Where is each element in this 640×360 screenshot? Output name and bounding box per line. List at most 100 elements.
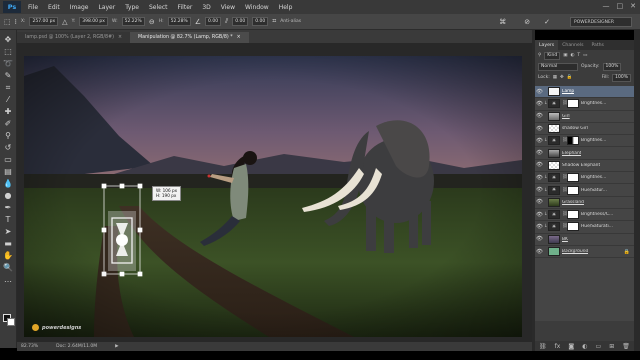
visibility-eye-icon[interactable]: 👁 [535, 199, 544, 205]
close-window-button[interactable]: ✕ [630, 2, 636, 10]
tab-paths[interactable]: Paths [587, 40, 608, 50]
layer-row[interactable]: 👁 Grassland [535, 197, 634, 209]
menu-type[interactable]: Type [120, 4, 144, 11]
visibility-eye-icon[interactable]: 👁 [535, 113, 544, 119]
path-selection-tool-icon[interactable]: ➤ [2, 226, 14, 237]
layer-thumbnail[interactable] [548, 148, 560, 158]
zoom-tool-icon[interactable]: 🔍 [2, 262, 14, 273]
minimize-button[interactable]: — [603, 2, 610, 10]
delta-icon[interactable]: △ [62, 18, 67, 26]
visibility-eye-icon[interactable]: 👁 [535, 224, 544, 230]
move-tool-preset-icon[interactable]: ⬚ [4, 18, 11, 26]
filter-image-icon[interactable]: ▣ [563, 53, 567, 58]
visibility-eye-icon[interactable]: 👁 [535, 187, 544, 193]
tab-channels[interactable]: Channels [558, 40, 587, 50]
layer-row[interactable]: 👁 ↓ ☀ ⛓ Hue/Satur... [535, 184, 634, 197]
layer-row[interactable]: 👁 Elephant [535, 147, 634, 160]
visibility-eye-icon[interactable]: 👁 [535, 101, 544, 107]
lock-pixels-icon[interactable]: ▦ [553, 75, 557, 80]
layer-row[interactable]: 👁 ↓ ☀ ⛓ Brightnes... [535, 98, 634, 111]
status-menu-arrow[interactable]: ▶ [115, 344, 118, 349]
quick-select-tool-icon[interactable]: ✎ [2, 70, 14, 81]
visibility-eye-icon[interactable]: 👁 [535, 150, 544, 156]
cancel-transform-icon[interactable]: ⊘ [524, 18, 530, 26]
crop-tool-icon[interactable]: ⌗ [2, 82, 14, 93]
link-icon[interactable]: ⛓ [539, 343, 547, 350]
blend-mode-select[interactable]: Normal [538, 62, 578, 71]
lasso-tool-icon[interactable]: ➰ [2, 58, 14, 69]
close-tab-icon[interactable]: × [237, 35, 241, 40]
menu-file[interactable]: File [23, 4, 43, 11]
close-tab-icon[interactable]: × [118, 35, 122, 40]
filter-shape-icon[interactable]: ▭ [583, 53, 587, 58]
antialias-label[interactable]: Anti-alias [280, 19, 301, 24]
lock-all-icon[interactable]: 🔒 [567, 75, 573, 80]
layer-thumbnail[interactable] [548, 234, 560, 244]
interpolation-icon[interactable]: ⌗ [272, 17, 276, 26]
menu-3d[interactable]: 3D [197, 4, 215, 11]
visibility-eye-icon[interactable]: 👁 [535, 212, 544, 218]
maximize-button[interactable]: □ [617, 2, 624, 10]
history-brush-tool-icon[interactable]: ↺ [2, 142, 14, 153]
visibility-eye-icon[interactable]: 👁 [535, 162, 544, 168]
height-field[interactable]: 52.28% [167, 17, 191, 26]
new-layer-icon[interactable]: ⊞ [609, 343, 614, 350]
tab-lamp-psd[interactable]: lamp.psd @ 100% (Layer 2, RGB/8#) × [17, 32, 130, 43]
tab-manipulation[interactable]: Manipulation @ 82.7% (Lamp, RGB/8) * × [130, 32, 249, 43]
layer-row[interactable]: 👁 Lamp [535, 86, 634, 99]
menu-edit[interactable]: Edit [43, 4, 65, 11]
layer-mask-thumbnail[interactable] [567, 173, 579, 183]
visibility-eye-icon[interactable]: 👁 [535, 126, 544, 132]
brush-tool-icon[interactable]: ✐ [2, 118, 14, 129]
menu-select[interactable]: Select [144, 4, 173, 11]
visibility-eye-icon[interactable]: 👁 [535, 138, 544, 144]
h-skew-field[interactable]: 0.00 [232, 17, 249, 26]
rotate-field[interactable]: 0.00 [205, 17, 222, 26]
layer-row[interactable]: 👁 ↓ ☀ ⛓ Brightness/C... [535, 209, 634, 222]
layer-thumbnail[interactable] [548, 124, 560, 134]
zoom-level[interactable]: 82.73% [21, 344, 38, 349]
layer-thumbnail[interactable] [548, 87, 560, 97]
folder-icon[interactable]: ▭ [596, 343, 602, 350]
gradient-tool-icon[interactable]: ▤ [2, 166, 14, 177]
workspace-select[interactable]: POWERDESIGNER [570, 17, 632, 27]
menu-view[interactable]: View [216, 4, 240, 11]
layer-mask-thumbnail[interactable] [567, 136, 579, 146]
hand-tool-icon[interactable]: ✋ [2, 250, 14, 261]
menu-image[interactable]: Image [65, 4, 94, 11]
blur-tool-icon[interactable]: 💧 [2, 178, 14, 189]
menu-help[interactable]: Help [274, 4, 298, 11]
type-tool-icon[interactable]: T [2, 214, 14, 225]
mask-icon[interactable]: ◙ [568, 343, 574, 350]
layer-row[interactable]: 👁 ↓ ☀ ⛓ Brightnes... [535, 135, 634, 148]
reference-point-icon[interactable]: ⁞ [15, 18, 17, 26]
image-canvas[interactable]: W: 106 px H: 190 px powerdesigns [24, 56, 522, 337]
opacity-field[interactable]: 100% [602, 62, 622, 71]
tab-layers[interactable]: Layers [535, 40, 559, 50]
layer-mask-thumbnail[interactable] [567, 99, 579, 109]
eraser-tool-icon[interactable]: ▭ [2, 154, 14, 165]
menu-layer[interactable]: Layer [93, 4, 120, 11]
x-position-field[interactable]: 257.00 px [29, 17, 59, 26]
layer-row[interactable]: 👁 Girl [535, 111, 634, 123]
layer-thumbnail[interactable] [548, 197, 560, 207]
kind-filter-select[interactable]: Kind [544, 51, 561, 60]
width-field[interactable]: 52.22% [121, 17, 145, 26]
visibility-eye-icon[interactable]: 👁 [535, 236, 544, 242]
layer-row[interactable]: 👁 shadow Girl [535, 123, 634, 136]
layer-row[interactable]: 👁 BK [535, 234, 634, 246]
menu-filter[interactable]: Filter [173, 4, 198, 11]
filter-type-icon[interactable]: T [577, 53, 580, 58]
layer-row[interactable]: 👁 Shadow Elephant [535, 160, 634, 173]
visibility-eye-icon[interactable]: 👁 [535, 89, 544, 95]
v-skew-field[interactable]: 0.00 [252, 17, 269, 26]
warp-icon[interactable]: ⌘ [499, 18, 506, 26]
layer-thumbnail[interactable] [548, 160, 560, 170]
trash-icon[interactable]: 🗑 [622, 343, 630, 350]
background-color-swatch[interactable] [7, 318, 15, 326]
clone-stamp-tool-icon[interactable]: ⚲ [2, 130, 14, 141]
link-icon[interactable]: ⊖ [149, 18, 155, 26]
move-tool-icon[interactable]: ✥ [2, 34, 14, 45]
fx-icon[interactable]: fx [555, 343, 561, 350]
visibility-eye-icon[interactable]: 👁 [535, 249, 544, 255]
